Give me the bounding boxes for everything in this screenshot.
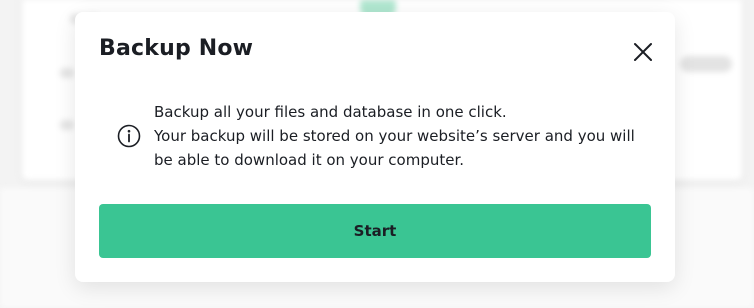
info-line: Backup all your files and database in on… [154,103,507,121]
background-line [60,68,74,78]
modal-title: Backup Now [99,36,254,61]
start-button[interactable]: Start [99,204,651,258]
backup-modal: Backup Now Backup all your files and dat… [75,12,675,282]
info-line: be able to download it on your computer. [154,151,465,169]
info-line: Your backup will be stored on your websi… [154,127,635,145]
info-text: Backup all your files and database in on… [154,100,654,172]
close-icon [634,43,652,61]
background-pill [680,56,732,72]
info-icon [117,124,141,148]
close-button[interactable] [629,38,657,66]
background-line [60,120,74,130]
